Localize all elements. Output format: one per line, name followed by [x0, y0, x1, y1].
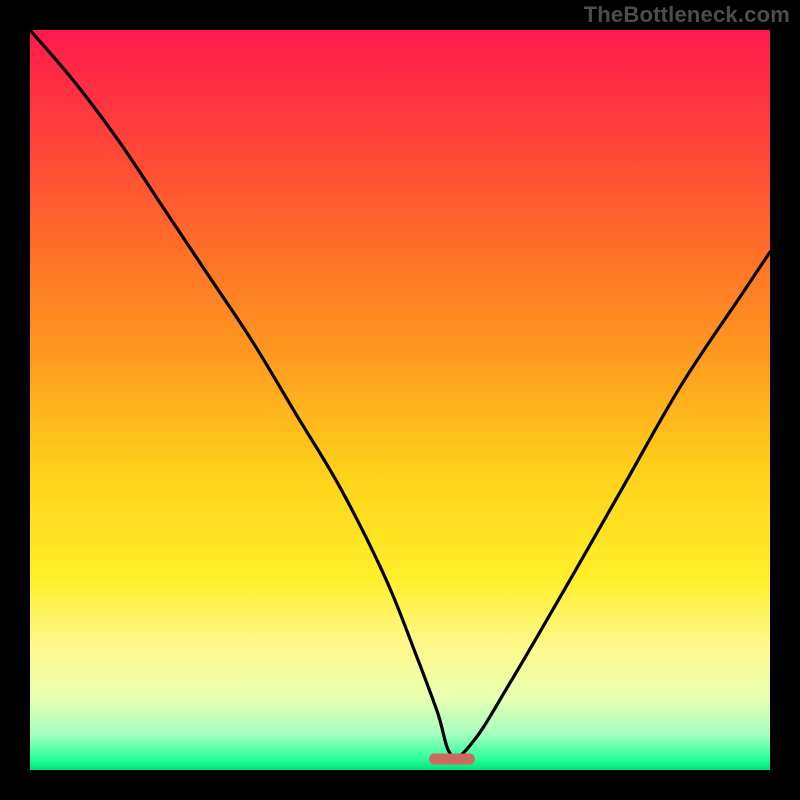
- plot-area: [30, 30, 770, 770]
- bottleneck-curve: [30, 30, 770, 770]
- optimal-marker: [429, 753, 475, 764]
- chart-frame: TheBottleneck.com: [0, 0, 800, 800]
- watermark-text: TheBottleneck.com: [584, 2, 790, 28]
